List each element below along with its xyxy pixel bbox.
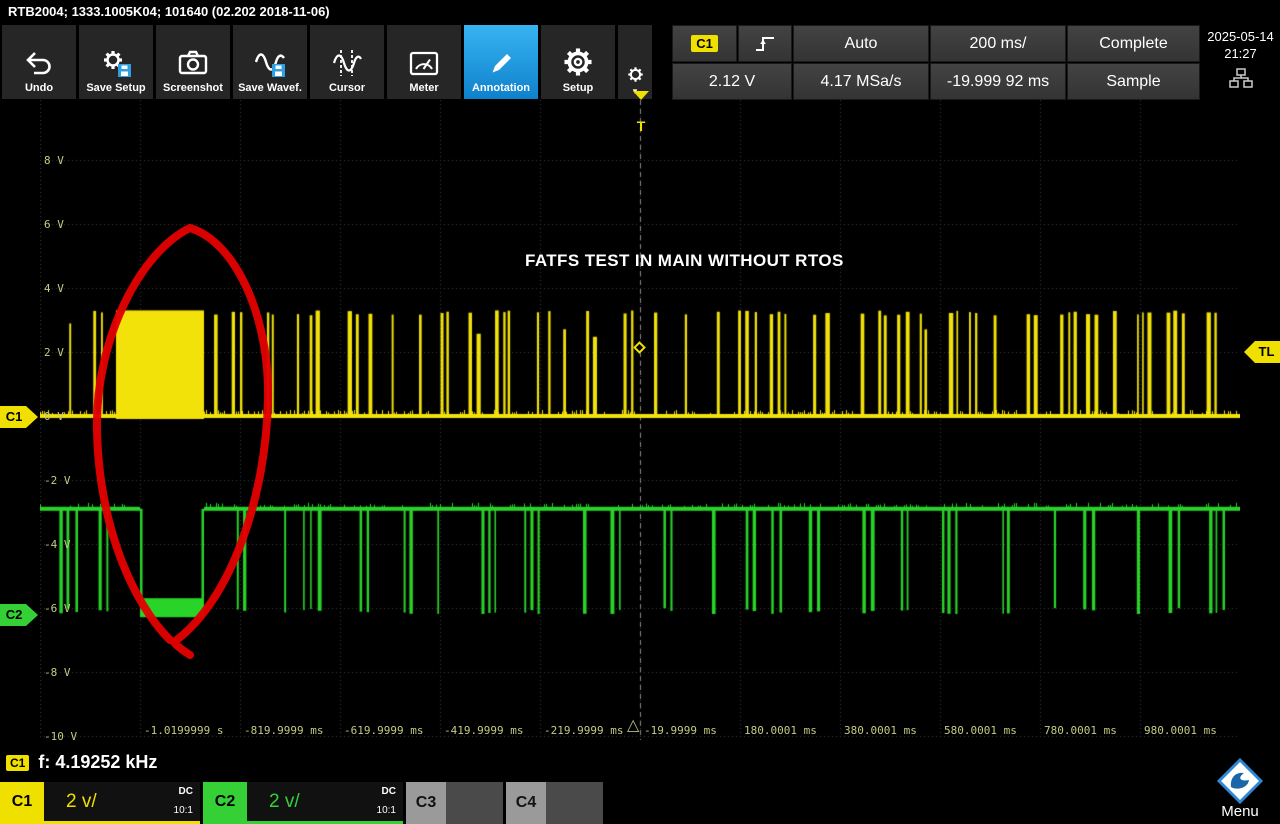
- cursor-icon: [332, 50, 362, 76]
- trigger-source-cell[interactable]: C1: [672, 25, 737, 62]
- save-waveform-label: Save Wavef.: [238, 82, 302, 94]
- meter-label: Meter: [409, 82, 439, 94]
- trigger-level-value: 2.12 V: [708, 72, 756, 90]
- cursor-label: Cursor: [328, 82, 366, 94]
- save-waveform-icon: [254, 53, 285, 77]
- setup-label: Setup: [562, 82, 594, 94]
- network-icon: [1228, 68, 1253, 88]
- trigger-mode-cell[interactable]: Auto: [793, 25, 929, 62]
- trigger-position-marker[interactable]: T: [633, 91, 649, 134]
- date-value: 2025-05-14: [1207, 29, 1274, 44]
- screenshot-button[interactable]: Screenshot: [156, 25, 230, 99]
- annotation-label: Annotation: [471, 82, 531, 94]
- trigger-arrow-icon: [633, 91, 649, 117]
- trigger-level-cell[interactable]: 2.12 V: [672, 63, 792, 100]
- device-id-text: RTB2004; 1333.1005K04; 101640 (02.202 20…: [8, 4, 330, 19]
- undo-button[interactable]: Undo: [2, 25, 76, 99]
- annotation-text: FATFS TEST IN MAIN WITHOUT RTOS: [525, 251, 844, 270]
- toolbar: Undo Save Setup Screenshot Save Wavef. C…: [2, 25, 652, 99]
- channel1-scale: 2 v/: [66, 790, 97, 812]
- small-gear-icon: [627, 67, 643, 82]
- toolbar-overflow-button[interactable]: ▾: [618, 25, 652, 99]
- channel2-badge: C2: [203, 782, 247, 821]
- trigger-time-pointer-icon: △: [627, 717, 640, 734]
- channel1-coupling: DC: [178, 786, 193, 797]
- setup-button[interactable]: Setup: [541, 25, 615, 99]
- channel-strip: C1 2 v/ DC 10:1 C2 2 v/ DC 10:1 C3 C4: [0, 782, 1280, 824]
- trigger-level-marker[interactable]: TL: [1244, 341, 1280, 363]
- channel3-section[interactable]: C3: [406, 782, 503, 824]
- rohde-schwarz-logo: [1217, 758, 1263, 804]
- channel2-settings: 2 v/ DC 10:1: [247, 782, 403, 821]
- channel4-settings: [546, 782, 603, 824]
- titlebar: RTB2004; 1333.1005K04; 101640 (02.202 20…: [0, 0, 1280, 24]
- trigger-source-badge: C1: [691, 35, 718, 52]
- datetime-display: 2025-05-14 21:27: [1201, 25, 1280, 100]
- horizontal-position-value: -19.999 92 ms: [946, 72, 1050, 90]
- sample-rate-cell[interactable]: 4.17 MSa/s: [793, 63, 929, 100]
- ch1-position-marker[interactable]: C1: [0, 406, 38, 428]
- status-panel: C1 Auto 200 ms/ Complete 2.12 V 4.17 MSa…: [672, 25, 1200, 100]
- channel4-badge: C4: [506, 782, 546, 824]
- screenshot-label: Screenshot: [163, 82, 223, 94]
- oscilloscope-screen: RTB2004; 1333.1005K04; 101640 (02.202 20…: [0, 0, 1280, 824]
- channel2-coupling: DC: [381, 786, 396, 797]
- trigger-slope-icon: [756, 36, 774, 51]
- save-waveform-button[interactable]: Save Wavef.: [233, 25, 307, 99]
- measurement-source-badge: C1: [6, 754, 30, 771]
- save-setup-label: Save Setup: [86, 82, 146, 94]
- gear-icon: [564, 48, 592, 76]
- menu-label: Menu: [1221, 803, 1259, 820]
- channel3-settings: [446, 782, 503, 824]
- measurement-value: f: 4.19252 kHz: [38, 752, 158, 772]
- timebase-cell[interactable]: 200 ms/: [930, 25, 1066, 62]
- sample-rate-value: 4.17 MSa/s: [820, 72, 902, 90]
- channel1-probe: 10:1: [173, 805, 193, 816]
- trigger-slope-cell[interactable]: [738, 25, 792, 62]
- acquisition-mode-value: Sample: [1106, 72, 1161, 90]
- measurement-bar: C1 f: 4.19252 kHz: [0, 743, 1280, 782]
- horizontal-position-cell[interactable]: -19.999 92 ms: [930, 63, 1066, 100]
- save-setup-icon: [104, 51, 131, 77]
- acquisition-status-value: Complete: [1099, 34, 1168, 52]
- channel2-probe: 10:1: [376, 805, 396, 816]
- pencil-icon: [492, 54, 511, 73]
- time-value: 21:27: [1224, 46, 1257, 61]
- menu-button[interactable]: Menu: [1200, 744, 1280, 824]
- channel2-scale: 2 v/: [269, 790, 300, 812]
- annotation-button[interactable]: Annotation: [464, 25, 538, 99]
- trigger-mode-value: Auto: [844, 34, 878, 52]
- channel4-section[interactable]: C4: [506, 782, 603, 824]
- waveform-display[interactable]: 8 V6 V4 V2 V0 V -2 V -4 V -6 V -8 V -10 V -1.0…: [40, 100, 1240, 743]
- channel1-section[interactable]: C1 2 v/ DC 10:1: [0, 782, 200, 824]
- channel1-badge: C1: [0, 782, 44, 821]
- ch2-position-marker[interactable]: C2: [0, 604, 38, 626]
- meter-icon: [409, 51, 439, 76]
- channel3-badge: C3: [406, 782, 446, 824]
- cursor-button[interactable]: Cursor: [310, 25, 384, 99]
- waveform-canvas: [40, 100, 1240, 740]
- undo-label: Undo: [24, 82, 54, 94]
- channel1-settings: 2 v/ DC 10:1: [44, 782, 200, 821]
- timebase-value: 200 ms/: [969, 34, 1027, 52]
- save-setup-button[interactable]: Save Setup: [79, 25, 153, 99]
- acquisition-status-cell[interactable]: Complete: [1067, 25, 1200, 62]
- channel2-section[interactable]: C2 2 v/ DC 10:1: [203, 782, 403, 824]
- meter-button[interactable]: Meter: [387, 25, 461, 99]
- undo-icon: [26, 52, 51, 75]
- trigger-marker-label: T: [636, 118, 646, 134]
- acquisition-mode-cell[interactable]: Sample: [1067, 63, 1200, 100]
- camera-icon: [178, 50, 208, 75]
